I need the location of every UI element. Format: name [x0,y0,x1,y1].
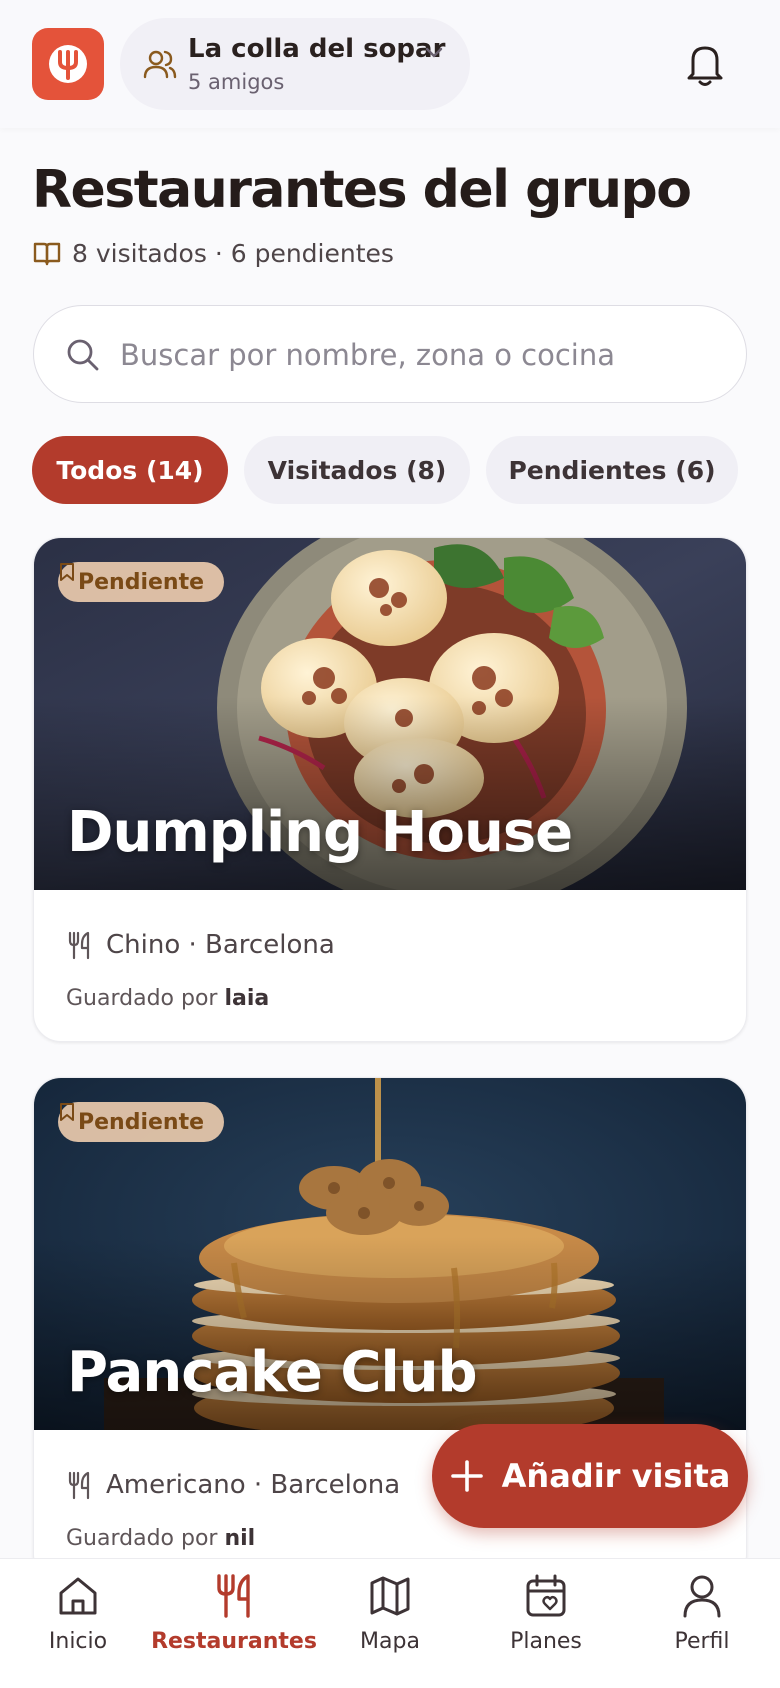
search-bar[interactable] [33,305,747,403]
nav-item-perfil[interactable]: Perfil [624,1573,780,1673]
utensils-icon [68,931,90,960]
restaurant-card[interactable]: Pendiente Dumpling House Chino · Barcelo… [33,537,747,1042]
status-badge: Pendiente [58,1102,225,1142]
restaurant-meta: Chino · Barcelona [66,930,335,960]
nav-item-restaurantes[interactable]: Restaurantes [151,1573,317,1673]
bottom-nav: Inicio Restaurantes Mapa Planes Perfil [0,1558,780,1688]
tab-todos[interactable]: Todos (14) [32,436,228,504]
nav-label-perfil: Perfil [674,1629,730,1654]
bell-icon[interactable] [682,40,728,88]
nav-item-planes[interactable]: Planes [468,1573,624,1673]
restaurant-cuisine-location: Chino · Barcelona [106,930,335,960]
app-header: La colla del sopar 5 amigos [0,0,780,128]
logo-glyph-icon [49,45,87,83]
user-icon [683,1575,721,1618]
utensils-icon [68,1471,90,1500]
restaurant-meta: Americano · Barcelona [66,1470,400,1500]
restaurant-name: Pancake Club [67,1340,478,1405]
group-member-count: 5 amigos [188,70,285,94]
users-icon [143,50,177,79]
add-visit-button[interactable]: Añadir visita [432,1424,748,1528]
utensils-icon [217,1574,250,1618]
restaurant-name: Dumpling House [67,800,573,865]
nav-item-inicio[interactable]: Inicio [0,1573,156,1673]
group-name: La colla del sopar [188,34,446,64]
status-badge-label: Pendiente [78,569,205,595]
saved-by: Guardado por nil [66,1526,255,1551]
open-book-icon [33,242,61,266]
search-icon [67,339,99,371]
saved-by-prefix: Guardado por [66,1526,218,1551]
saved-by-user: nil [224,1526,256,1551]
chevron-down-icon [425,47,443,58]
nav-label-restaurantes: Restaurantes [151,1629,317,1654]
restaurant-photo: Pendiente Pancake Club [34,1078,746,1430]
app-logo[interactable] [32,28,104,100]
search-input[interactable] [120,326,720,384]
nav-label-mapa: Mapa [360,1629,420,1654]
tab-pendientes[interactable]: Pendientes (6) [486,436,738,504]
add-visit-label: Añadir visita [501,1457,731,1495]
home-icon [59,1577,97,1615]
bookmark-icon [60,563,74,581]
plus-icon [450,1460,483,1492]
visit-stats-text: 8 visitados · 6 pendientes [72,238,394,268]
bookmark-icon [60,1103,74,1121]
status-badge: Pendiente [58,562,225,602]
saved-by-user: laia [224,986,270,1011]
nav-label-inicio: Inicio [48,1629,108,1654]
tab-visitados[interactable]: Visitados (8) [244,436,470,504]
restaurant-cuisine-location: Americano · Barcelona [106,1470,401,1500]
nav-item-mapa[interactable]: Mapa [312,1573,468,1673]
status-badge-label: Pendiente [78,1109,205,1135]
calendar-heart-icon [526,1574,566,1617]
nav-label-planes: Planes [510,1629,582,1654]
map-icon [370,1576,410,1616]
saved-by-prefix: Guardado por [66,986,218,1011]
page-title: Restaurantes del grupo [32,160,692,220]
saved-by: Guardado por laia [66,986,269,1011]
restaurant-photo: Pendiente Dumpling House [34,538,746,890]
group-selector[interactable]: La colla del sopar 5 amigos [120,18,470,110]
visit-stats: 8 visitados · 6 pendientes [32,238,394,268]
